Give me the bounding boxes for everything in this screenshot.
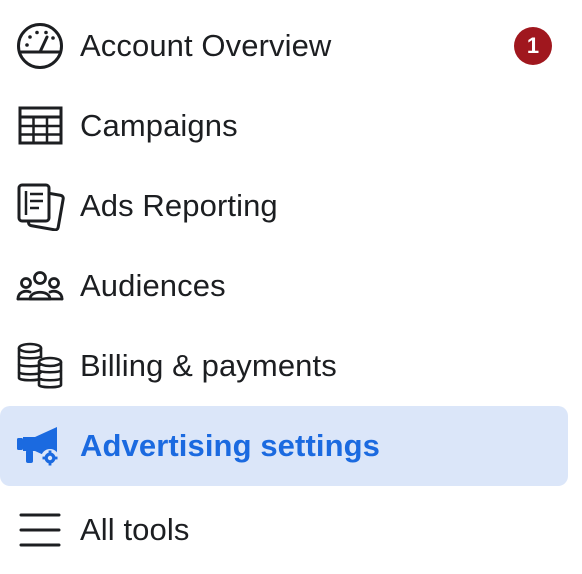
menu-item-audiences[interactable]: Audiences [0,246,568,326]
report-icon [15,181,65,231]
notification-badge: 1 [514,27,552,65]
megaphone-gear-icon [15,421,65,471]
menu-item-billing-payments[interactable]: Billing & payments [0,326,568,406]
menu-item-campaigns[interactable]: Campaigns [0,86,568,166]
navigation-menu: Account Overview 1 Campaigns Ads Reporti… [0,0,582,574]
gauge-icon [15,21,65,71]
hamburger-icon [15,505,65,555]
menu-item-ads-reporting[interactable]: Ads Reporting [0,166,568,246]
menu-item-label: Ads Reporting [80,188,278,223]
menu-item-label: Audiences [80,268,226,303]
coins-icon [15,341,65,391]
menu-item-label: Campaigns [80,108,238,143]
menu-item-label: Billing & payments [80,348,337,383]
menu-item-advertising-settings[interactable]: Advertising settings [0,406,568,486]
menu-item-label: Advertising settings [80,428,380,463]
menu-item-account-overview[interactable]: Account Overview 1 [0,6,568,86]
audience-icon [15,261,65,311]
table-icon [15,101,65,151]
menu-item-all-tools[interactable]: All tools [0,490,568,570]
menu-item-label: Account Overview [80,28,332,63]
menu-item-label: All tools [80,512,190,547]
